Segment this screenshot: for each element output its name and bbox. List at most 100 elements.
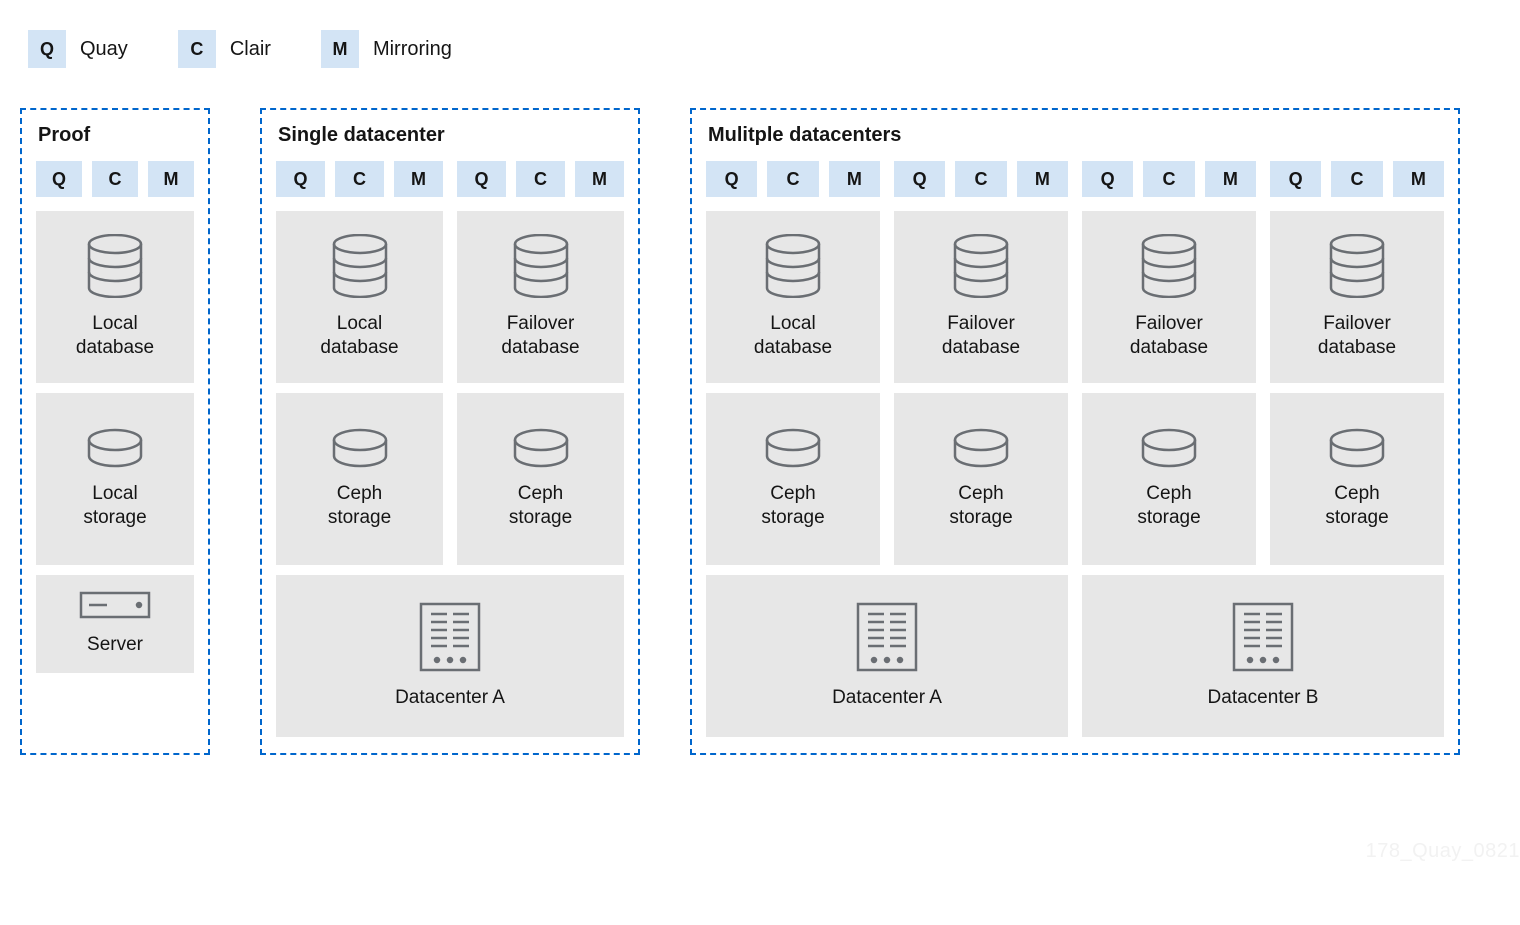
- qcm-box-m: M: [829, 161, 880, 197]
- datacenter-icon: [1232, 602, 1294, 672]
- legend-item-clair: C Clair: [178, 30, 271, 68]
- tile-label: Localstorage: [83, 482, 146, 530]
- panel-column: Q C M Failoverdatabase Cephstorage: [1270, 161, 1444, 565]
- qcm-row: Q C M: [1082, 161, 1256, 197]
- tile-server: Server: [36, 575, 194, 673]
- qcm-box-m: M: [1205, 161, 1256, 197]
- qcm-box-q: Q: [1270, 161, 1321, 197]
- tile-ceph-storage: Cephstorage: [276, 393, 443, 565]
- panel-columns: Q C M Localdatabase Localstorage: [36, 161, 194, 673]
- panel-column: Q C M Failoverdatabase Cephstorage: [457, 161, 624, 565]
- tile-label: Failoverdatabase: [1130, 312, 1208, 360]
- panel-column: Q C M Failoverdatabase Cephstorage: [894, 161, 1068, 565]
- qcm-box-m: M: [1393, 161, 1444, 197]
- legend-abbr-box: Q: [28, 30, 66, 68]
- disk-icon: [951, 428, 1011, 468]
- tile-label: Datacenter A: [395, 686, 505, 710]
- qcm-box-c: C: [516, 161, 565, 197]
- tile-local-storage: Localstorage: [36, 393, 194, 565]
- panels-row: Proof Q C M Localdatabase Localstor: [20, 108, 1500, 755]
- database-icon: [85, 234, 145, 298]
- legend-label: Quay: [80, 38, 128, 61]
- qcm-row: Q C M: [36, 161, 194, 197]
- qcm-box-m: M: [394, 161, 443, 197]
- tile-local-database: Localdatabase: [36, 211, 194, 383]
- tile-ceph-storage: Cephstorage: [1270, 393, 1444, 565]
- database-icon: [951, 234, 1011, 298]
- qcm-row: Q C M: [1270, 161, 1444, 197]
- legend-label: Clair: [230, 38, 271, 61]
- database-icon: [1139, 234, 1199, 298]
- tile-label: Cephstorage: [509, 482, 572, 530]
- database-icon: [763, 234, 823, 298]
- tile-label: Cephstorage: [761, 482, 824, 530]
- panel-columns: Q C M Localdatabase Cephstorage: [706, 161, 1444, 565]
- tile-label: Server: [87, 633, 143, 657]
- tile-label: Datacenter A: [832, 686, 942, 710]
- tile-local-database: Localdatabase: [276, 211, 443, 383]
- panel-columns: Q C M Localdatabase Cephstorage: [276, 161, 624, 565]
- tile-ceph-storage: Cephstorage: [894, 393, 1068, 565]
- qcm-box-c: C: [955, 161, 1006, 197]
- qcm-row: Q C M: [276, 161, 443, 197]
- disk-icon: [1327, 428, 1387, 468]
- legend-row: Q Quay C Clair M Mirroring: [28, 30, 1500, 68]
- legend-abbr-box: C: [178, 30, 216, 68]
- panel-title: Single datacenter: [278, 124, 624, 147]
- tile-label: Cephstorage: [949, 482, 1012, 530]
- tile-ceph-storage: Cephstorage: [706, 393, 880, 565]
- panel-column: Q C M Failoverdatabase Cephstorage: [1082, 161, 1256, 565]
- tile-label: Datacenter B: [1208, 686, 1319, 710]
- tile-label: Failoverdatabase: [1318, 312, 1396, 360]
- qcm-row: Q C M: [894, 161, 1068, 197]
- panel-title: Proof: [38, 124, 194, 147]
- tile-failover-database: Failoverdatabase: [1082, 211, 1256, 383]
- qcm-box-q: Q: [276, 161, 325, 197]
- panel-column: Q C M Localdatabase Localstorage: [36, 161, 194, 673]
- qcm-box-q: Q: [706, 161, 757, 197]
- tile-label: Failoverdatabase: [942, 312, 1020, 360]
- qcm-box-q: Q: [894, 161, 945, 197]
- tile-label: Localdatabase: [320, 312, 398, 360]
- qcm-box-q: Q: [36, 161, 82, 197]
- legend-item-mirroring: M Mirroring: [321, 30, 452, 68]
- tile-label: Localdatabase: [76, 312, 154, 360]
- disk-icon: [1139, 428, 1199, 468]
- disk-icon: [511, 428, 571, 468]
- legend-abbr-box: M: [321, 30, 359, 68]
- tile-label: Cephstorage: [1137, 482, 1200, 530]
- tile-ceph-storage: Cephstorage: [1082, 393, 1256, 565]
- tile-failover-database: Failoverdatabase: [1270, 211, 1444, 383]
- panel-single-datacenter: Single datacenter Q C M Localdatabase: [260, 108, 640, 755]
- server-icon: [79, 591, 151, 619]
- bottom-row: Datacenter A Datacenter B: [706, 575, 1444, 737]
- tile-datacenter-a: Datacenter A: [706, 575, 1068, 737]
- qcm-box-c: C: [92, 161, 138, 197]
- legend-item-quay: Q Quay: [28, 30, 128, 68]
- qcm-box-m: M: [148, 161, 194, 197]
- disk-icon: [763, 428, 823, 468]
- panel-title: Mulitple datacenters: [708, 124, 1444, 147]
- disk-icon: [330, 428, 390, 468]
- qcm-box-c: C: [1143, 161, 1194, 197]
- datacenter-icon: [856, 602, 918, 672]
- disk-icon: [85, 428, 145, 468]
- tile-datacenter-b: Datacenter B: [1082, 575, 1444, 737]
- qcm-box-q: Q: [457, 161, 506, 197]
- watermark-text: 178_Quay_0821: [1366, 840, 1520, 863]
- legend-label: Mirroring: [373, 38, 452, 61]
- qcm-box-m: M: [575, 161, 624, 197]
- qcm-box-c: C: [1331, 161, 1382, 197]
- tile-failover-database: Failoverdatabase: [457, 211, 624, 383]
- database-icon: [1327, 234, 1387, 298]
- qcm-row: Q C M: [457, 161, 624, 197]
- qcm-box-c: C: [335, 161, 384, 197]
- qcm-box-c: C: [767, 161, 818, 197]
- tile-local-database: Localdatabase: [706, 211, 880, 383]
- database-icon: [511, 234, 571, 298]
- panel-column: Q C M Localdatabase Cephstorage: [276, 161, 443, 565]
- tile-label: Failoverdatabase: [501, 312, 579, 360]
- panel-proof: Proof Q C M Localdatabase Localstor: [20, 108, 210, 755]
- datacenter-icon: [419, 602, 481, 672]
- qcm-row: Q C M: [706, 161, 880, 197]
